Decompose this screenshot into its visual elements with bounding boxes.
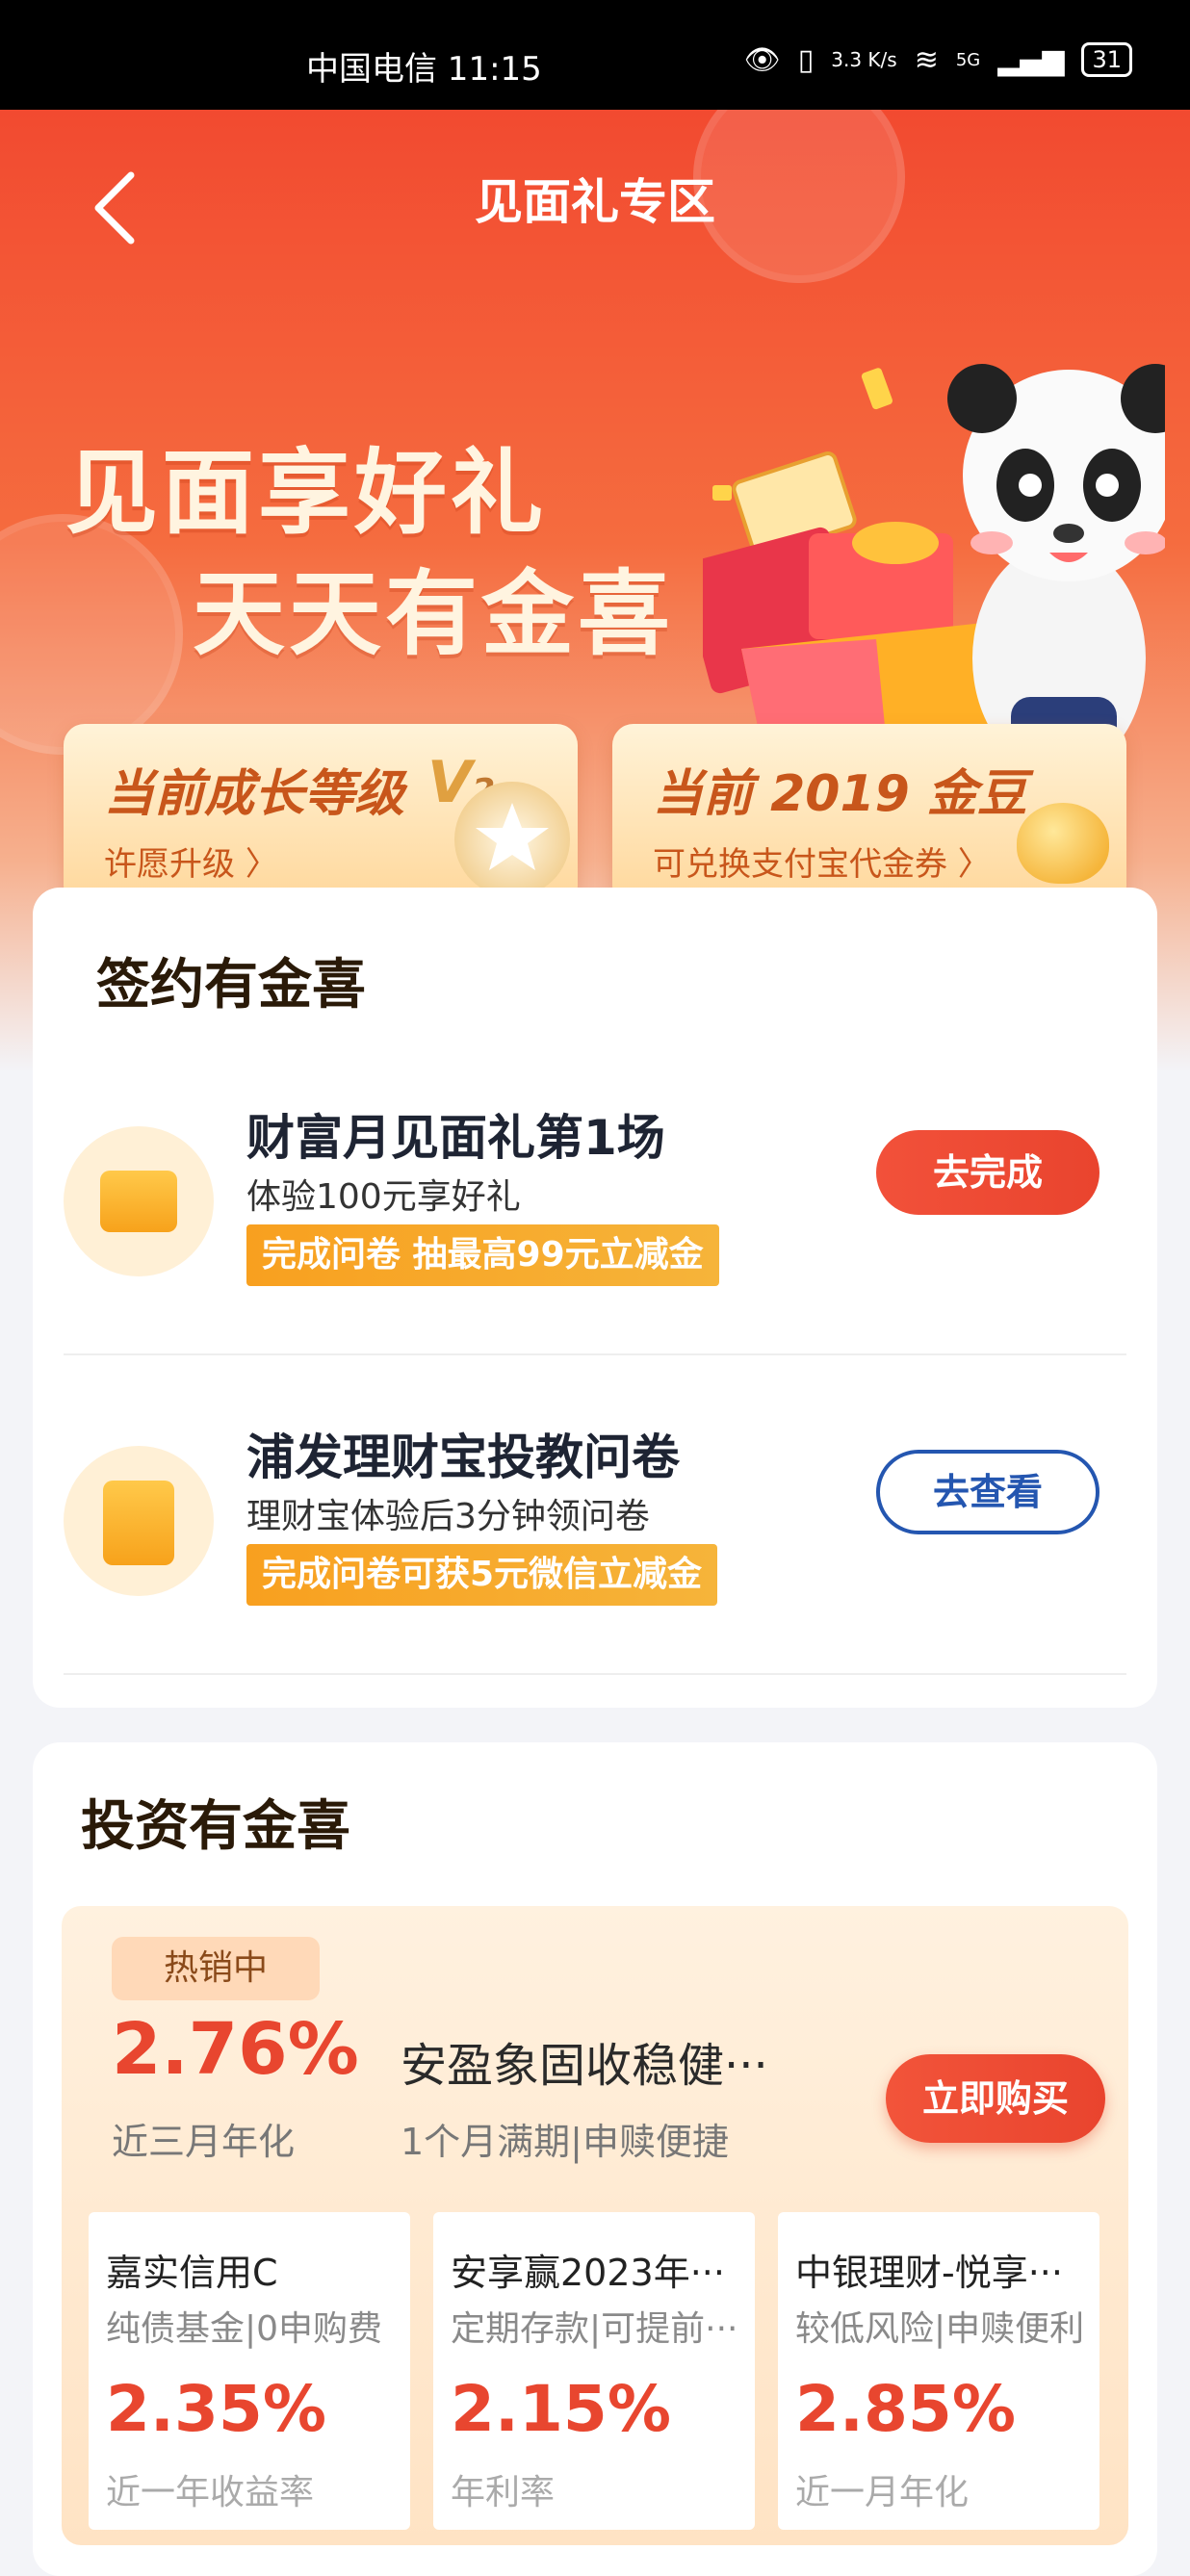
status-bar: 中国电信 11:15 👁 ▯ 3.3 K/s ≋ 5G ▂▄▆ 31 xyxy=(0,0,1190,110)
sign-section-title: 签约有金喜 xyxy=(96,954,366,1017)
go-view-button[interactable]: 去查看 xyxy=(876,1450,1099,1534)
wifi-icon: ≋ xyxy=(914,42,939,77)
gold-bean-icon xyxy=(1017,803,1109,884)
task-item: 浦发理财宝投教问卷 理财宝体验后3分钟领问卷 完成问卷可获5元微信立减金 去查看 xyxy=(33,1378,1157,1696)
hot-product-desc: 1个月满期|申赎便捷 xyxy=(401,2121,729,2163)
task-item: 财富月见面礼第1场 体验100元享好礼 完成问卷 抽最高99元立减金 去完成 xyxy=(33,1059,1157,1377)
go-complete-button[interactable]: 去完成 xyxy=(876,1130,1099,1215)
product-desc: 纯债基金|0申购费 xyxy=(106,2309,383,2349)
invest-section-card: 投资有金喜 热销中 2.76% 近三月年化 安盈象固收稳健··· 1个月满期|申… xyxy=(33,1742,1157,2576)
carrier-time: 中国电信 11:15 xyxy=(306,50,542,89)
signal-icon: ▂▄▆ xyxy=(997,42,1065,77)
eye-icon: 👁 xyxy=(743,42,781,77)
task-subtitle: 理财宝体验后3分钟领问卷 xyxy=(246,1497,650,1536)
growth-level-card[interactable]: 当前成长等级 V2 许愿升级 〉 xyxy=(64,724,578,907)
product-name: 中银理财-悦享··· xyxy=(795,2252,1063,2294)
product-rate-label: 近一年收益率 xyxy=(106,2473,315,2512)
vibrate-icon: ▯ xyxy=(797,42,815,77)
buy-now-button[interactable]: 立即购买 xyxy=(886,2054,1105,2143)
hero-slogan-line2: 天天有金喜 xyxy=(193,560,674,668)
product-name: 嘉实信用C xyxy=(106,2252,278,2294)
hot-product-panel[interactable]: 热销中 2.76% 近三月年化 安盈象固收稳健··· 1个月满期|申赎便捷 立即… xyxy=(62,1906,1128,2545)
wish-upgrade-link[interactable]: 许愿升级 〉 xyxy=(104,837,278,885)
redeem-coupon-link[interactable]: 可兑换支付宝代金券 〉 xyxy=(653,837,991,885)
page-title: 见面礼专区 xyxy=(475,174,715,230)
product-card[interactable]: 嘉实信用C 纯债基金|0申购费 2.35% 近一年收益率 xyxy=(89,2212,410,2530)
network-speed: 3.3 K/s xyxy=(831,48,897,71)
gold-beans-card[interactable]: 当前 2019 金豆 可兑换支付宝代金券 〉 xyxy=(612,724,1126,907)
hot-sale-badge: 热销中 xyxy=(112,1937,320,2000)
task-subtitle: 体验100元享好礼 xyxy=(246,1177,521,1217)
product-rate: 2.15% xyxy=(451,2372,671,2446)
product-rate-label: 近一月年化 xyxy=(795,2473,970,2512)
task-reward-tag: 完成问卷 抽最高99元立减金 xyxy=(246,1224,719,1286)
invest-section-title: 投资有金喜 xyxy=(81,1795,350,1858)
divider xyxy=(64,1353,1126,1355)
envelope-icon xyxy=(64,1446,214,1596)
star-badge-icon xyxy=(454,782,570,897)
divider xyxy=(64,1673,1126,1675)
product-rate-label: 年利率 xyxy=(451,2473,556,2512)
sign-section-card: 签约有金喜 财富月见面礼第1场 体验100元享好礼 完成问卷 抽最高99元立减金… xyxy=(33,888,1157,1708)
task-title: 浦发理财宝投教问卷 xyxy=(246,1430,680,1485)
product-card[interactable]: 安享赢2023年··· 定期存款|可提前··· 2.15% 年利率 xyxy=(433,2212,755,2530)
hot-product-name: 安盈象固收稳健··· xyxy=(401,2039,768,2093)
growth-level-title: 当前成长等级 xyxy=(104,765,405,823)
hero-slogan-line1: 见面享好礼 xyxy=(65,439,547,547)
wallet-icon xyxy=(64,1126,214,1276)
product-rate: 2.85% xyxy=(795,2372,1016,2446)
status-icons: 👁 ▯ 3.3 K/s ≋ 5G ▂▄▆ 31 xyxy=(744,42,1132,77)
product-name: 安享赢2023年··· xyxy=(451,2252,725,2294)
task-reward-tag: 完成问卷可获5元微信立减金 xyxy=(246,1544,718,1606)
hot-product-rate: 2.76% xyxy=(112,2008,359,2091)
product-card[interactable]: 中银理财-悦享··· 较低风险|申赎便利 2.85% 近一月年化 xyxy=(778,2212,1099,2530)
task-title: 财富月见面礼第1场 xyxy=(246,1110,665,1166)
product-desc: 定期存款|可提前··· xyxy=(451,2309,738,2349)
hot-product-rate-label: 近三月年化 xyxy=(112,2121,296,2163)
product-desc: 较低风险|申赎便利 xyxy=(795,2309,1085,2349)
gold-beans-title: 当前 2019 金豆 xyxy=(653,765,1027,823)
product-rate: 2.35% xyxy=(106,2372,326,2446)
signal-label: 5G xyxy=(955,49,981,70)
battery-icon: 31 xyxy=(1081,42,1132,77)
